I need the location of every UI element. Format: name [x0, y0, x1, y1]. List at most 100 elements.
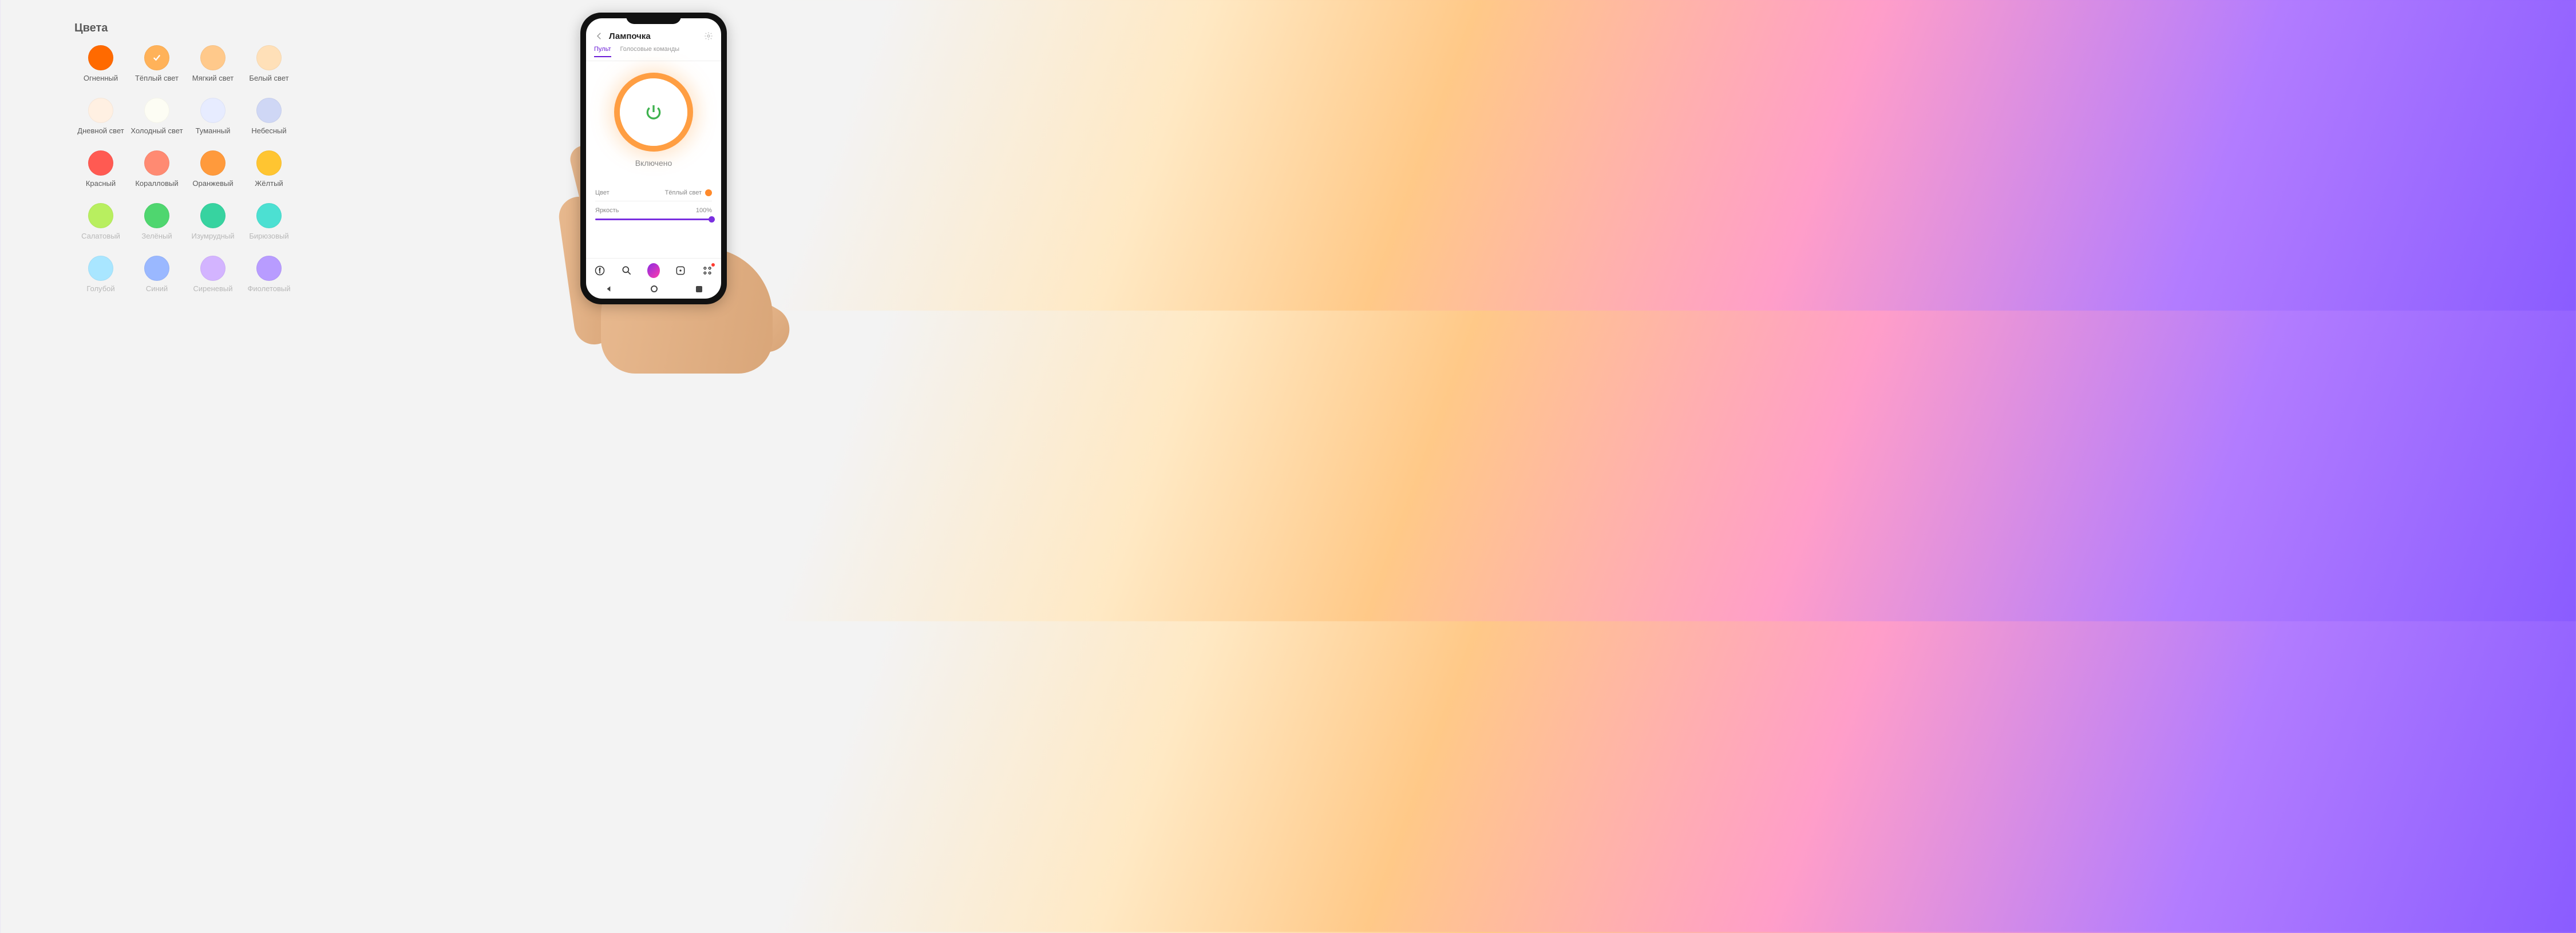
color-swatch-13[interactable]: Зелёный [130, 203, 183, 249]
color-swatch-16[interactable]: Голубой [74, 256, 127, 301]
gear-icon[interactable] [704, 31, 713, 41]
swatch-label: Жёлтый [255, 179, 283, 196]
alice-icon[interactable] [647, 264, 660, 277]
color-palette-panel: Цвета Огненный Тёплый свет Мягкий свет Белы… [74, 22, 441, 301]
swatch-label: Небесный [251, 126, 286, 144]
color-row[interactable]: Цвет Тёплый свет [595, 184, 712, 201]
color-swatch-1[interactable]: Тёплый свет [130, 45, 183, 91]
brightness-slider[interactable] [595, 219, 712, 220]
swatch-circle [200, 45, 225, 70]
color-swatch-7[interactable]: Небесный [243, 98, 295, 144]
phone-notch [626, 13, 681, 24]
swatch-label: Синий [146, 284, 168, 301]
phone-frame: Лампочка Пульт Голосовые команды Включен… [580, 13, 727, 304]
swatch-label: Красный [86, 179, 116, 196]
swatch-circle [144, 150, 169, 176]
swatch-circle [200, 256, 225, 281]
swatch-circle [88, 150, 113, 176]
swatch-label: Мягкий свет [192, 74, 234, 91]
swatch-circle [256, 150, 282, 176]
swatch-circle [88, 98, 113, 123]
swatch-circle [144, 256, 169, 281]
color-swatch-5[interactable]: Холодный свет [130, 98, 183, 144]
color-swatch-11[interactable]: Жёлтый [243, 150, 295, 196]
services-badge [711, 263, 715, 267]
swatch-circle [256, 203, 282, 228]
swatch-circle [144, 98, 169, 123]
swatch-label: Зелёный [141, 232, 172, 249]
services-icon[interactable] [701, 264, 714, 277]
phone-screen: Лампочка Пульт Голосовые команды Включен… [586, 18, 721, 299]
swatch-circle [88, 45, 113, 70]
color-swatch-19[interactable]: Фиолетовый [243, 256, 295, 301]
color-row-value-text: Тёплый свет [665, 189, 702, 196]
app-bottom-nav [586, 258, 721, 281]
brightness-slider-thumb[interactable] [709, 216, 715, 223]
controls-section: Цвет Тёплый свет Яркость 100% [586, 178, 721, 224]
color-swatch-0[interactable]: Огненный [74, 45, 127, 91]
swatch-label: Холодный свет [130, 126, 183, 144]
power-icon [644, 103, 663, 121]
swatch-label: Белый свет [249, 74, 288, 91]
color-swatch-9[interactable]: Коралловый [130, 150, 183, 196]
swatch-label: Оранжевый [192, 179, 233, 196]
swatch-label: Голубой [86, 284, 114, 301]
color-swatch-4[interactable]: Дневной свет [74, 98, 127, 144]
color-swatch-6[interactable]: Туманный [187, 98, 239, 144]
swatch-label: Фиолетовый [247, 284, 290, 301]
color-row-value: Тёплый свет [665, 189, 712, 196]
swatch-circle [256, 256, 282, 281]
yandex-icon[interactable] [593, 264, 606, 277]
color-row-swatch [705, 189, 712, 196]
color-swatch-17[interactable]: Синий [130, 256, 183, 301]
color-swatch-8[interactable]: Красный [74, 150, 127, 196]
swatch-circle [256, 98, 282, 123]
color-grid: Огненный Тёплый свет Мягкий свет Белый свет… [74, 45, 441, 301]
swatch-circle [256, 45, 282, 70]
swatch-label: Туманный [196, 126, 231, 144]
swatch-circle [200, 98, 225, 123]
color-swatch-10[interactable]: Оранжевый [187, 150, 239, 196]
color-swatch-14[interactable]: Изумрудный [187, 203, 239, 249]
swatch-circle [144, 203, 169, 228]
color-swatch-18[interactable]: Сиреневый [187, 256, 239, 301]
swatch-label: Тёплый свет [135, 74, 179, 91]
sys-recent-icon[interactable] [696, 286, 702, 292]
power-button[interactable] [620, 78, 687, 146]
device-title: Лампочка [609, 31, 699, 41]
color-swatch-15[interactable]: Бирюзовый [243, 203, 295, 249]
browser-icon[interactable] [674, 264, 687, 277]
android-system-bar [586, 281, 721, 299]
palette-title: Цвета [74, 22, 441, 35]
color-row-label: Цвет [595, 189, 610, 196]
color-swatch-2[interactable]: Мягкий свет [187, 45, 239, 91]
color-swatch-3[interactable]: Белый свет [243, 45, 295, 91]
swatch-label: Сиреневый [193, 284, 232, 301]
power-zone: Включено [586, 61, 721, 178]
tab-remote[interactable]: Пульт [594, 46, 611, 57]
search-icon[interactable] [620, 264, 633, 277]
tab-voice-commands[interactable]: Голосовые команды [620, 46, 680, 57]
swatch-circle [200, 150, 225, 176]
brightness-row-label: Яркость [595, 207, 619, 214]
swatch-label: Дневной свет [77, 126, 124, 144]
brightness-row-value: 100% [696, 207, 712, 214]
brightness-row: Яркость 100% [595, 201, 712, 219]
power-status-label: Включено [635, 158, 672, 168]
tabs: Пульт Голосовые команды [586, 46, 721, 61]
sys-home-icon[interactable] [651, 285, 658, 292]
swatch-label: Салатовый [81, 232, 120, 249]
phone-mock: Лампочка Пульт Голосовые команды Включен… [580, 13, 727, 304]
check-icon [152, 53, 162, 63]
swatch-circle [88, 256, 113, 281]
color-swatch-12[interactable]: Салатовый [74, 203, 127, 249]
swatch-label: Огненный [84, 74, 118, 91]
swatch-label: Изумрудный [192, 232, 235, 249]
swatch-label: Коралловый [135, 179, 178, 196]
swatch-circle [88, 203, 113, 228]
sys-back-icon[interactable] [605, 285, 613, 293]
swatch-circle [200, 203, 225, 228]
swatch-label: Бирюзовый [249, 232, 288, 249]
back-icon[interactable] [594, 31, 604, 41]
swatch-circle [144, 45, 169, 70]
